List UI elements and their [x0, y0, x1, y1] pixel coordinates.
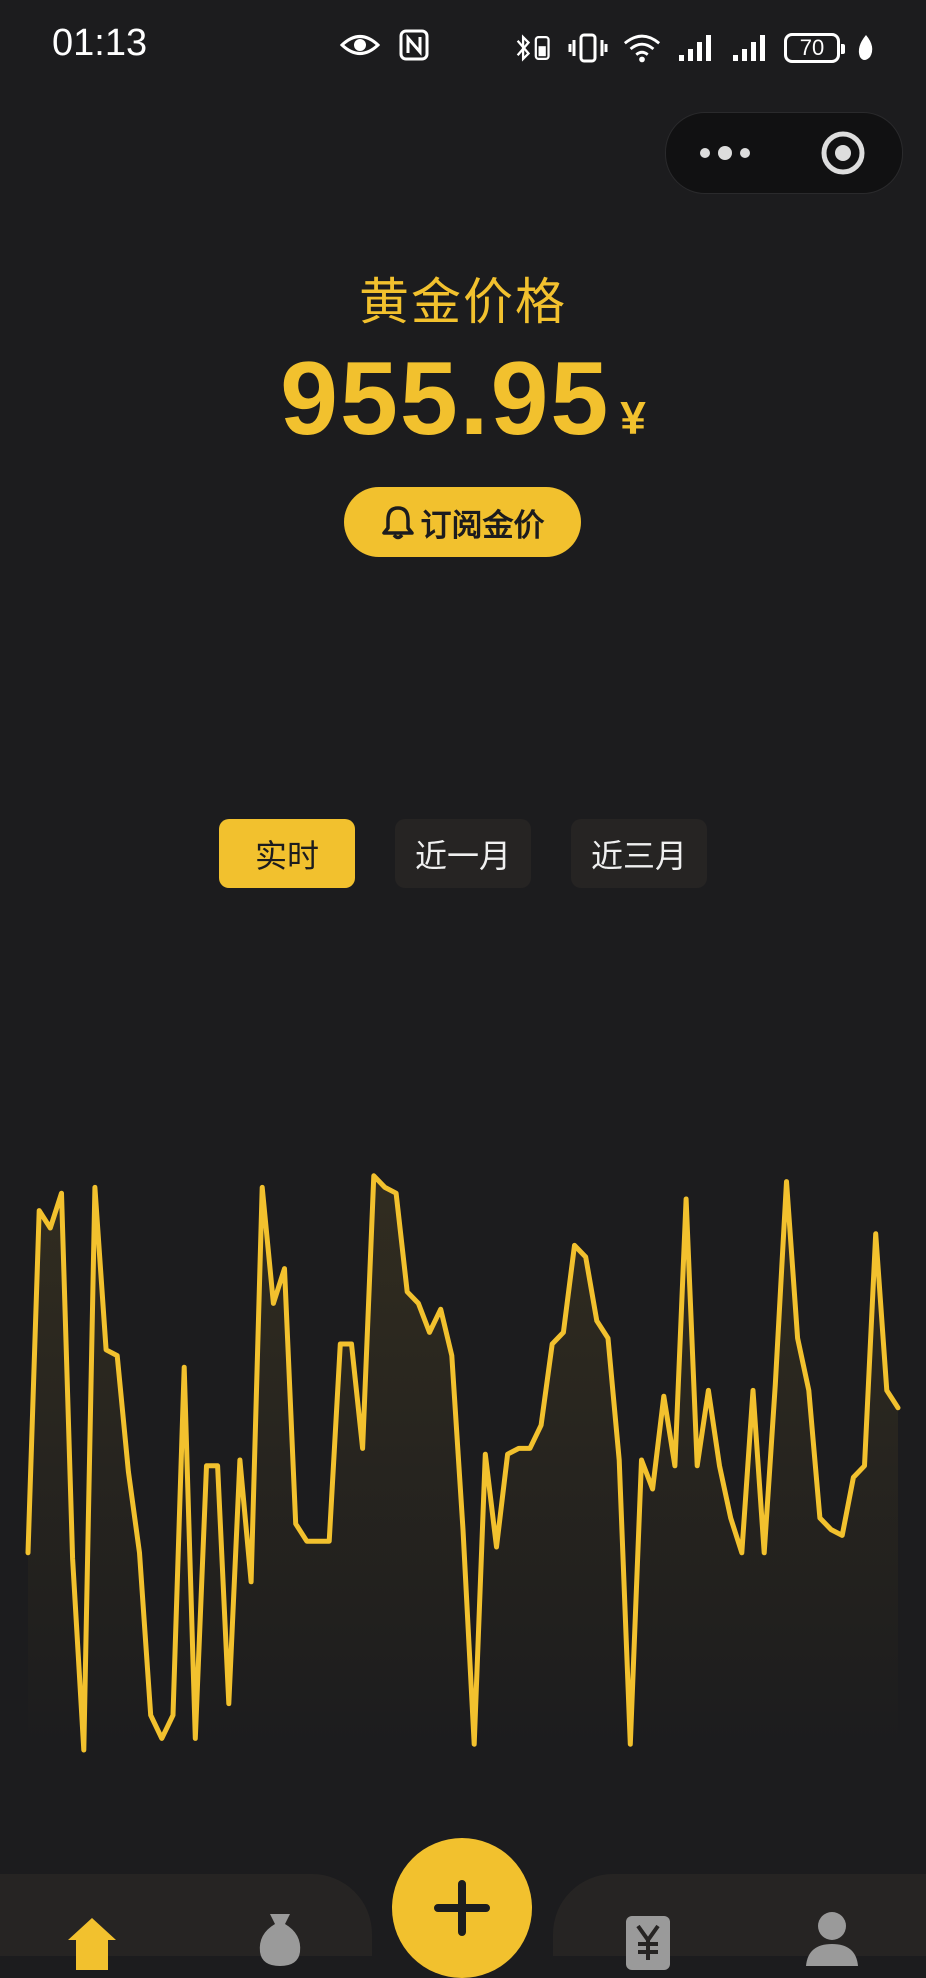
- miniprogram-capsule: [665, 112, 903, 194]
- chart-area-fill: [28, 1175, 898, 1750]
- page-title: 黄金价格: [359, 273, 567, 331]
- yuan-receipt-icon[interactable]: [620, 1914, 676, 1970]
- signal-icon: [676, 31, 716, 65]
- subscribe-button[interactable]: 订阅金价: [344, 487, 581, 557]
- nav-left-panel: [0, 1874, 372, 1956]
- eye-icon: [340, 28, 380, 62]
- more-button[interactable]: [666, 145, 784, 161]
- tab-realtime[interactable]: 实时: [219, 819, 355, 888]
- leaf-icon: [854, 31, 878, 65]
- more-dots-icon: [700, 146, 750, 160]
- currency-symbol: ¥: [620, 392, 646, 444]
- battery-indicator: 70: [784, 33, 845, 63]
- add-button[interactable]: [392, 1838, 532, 1978]
- signal-icon-2: [730, 31, 770, 65]
- status-time: 01:13: [52, 22, 148, 64]
- wifi-icon: [622, 31, 662, 65]
- status-bar: 01:13 70: [0, 0, 926, 95]
- vibrate-icon: [568, 31, 608, 65]
- price-chart: [25, 1173, 901, 1753]
- plus-icon: [434, 1880, 490, 1936]
- tab-three-months[interactable]: 近三月: [571, 819, 707, 888]
- time-range-tabs: 实时 近一月 近三月: [219, 819, 707, 888]
- bluetooth-battery-icon: [514, 31, 554, 65]
- price-display: 955.95 ¥: [0, 340, 926, 459]
- gold-price: 955.95: [280, 341, 611, 457]
- close-miniprogram-button[interactable]: [784, 130, 902, 176]
- nfc-icon: [394, 28, 434, 62]
- money-bag-icon[interactable]: [252, 1910, 308, 1966]
- user-icon[interactable]: [804, 1910, 860, 1966]
- bell-icon: [381, 506, 414, 540]
- tab-one-month[interactable]: 近一月: [395, 819, 531, 888]
- home-icon[interactable]: [64, 1914, 120, 1970]
- status-right-icons: 70: [514, 28, 878, 68]
- nav-right-panel: [553, 1874, 926, 1956]
- subscribe-label: 订阅金价: [420, 507, 545, 544]
- status-left-icons: [340, 28, 434, 62]
- target-circle-icon: [821, 131, 865, 175]
